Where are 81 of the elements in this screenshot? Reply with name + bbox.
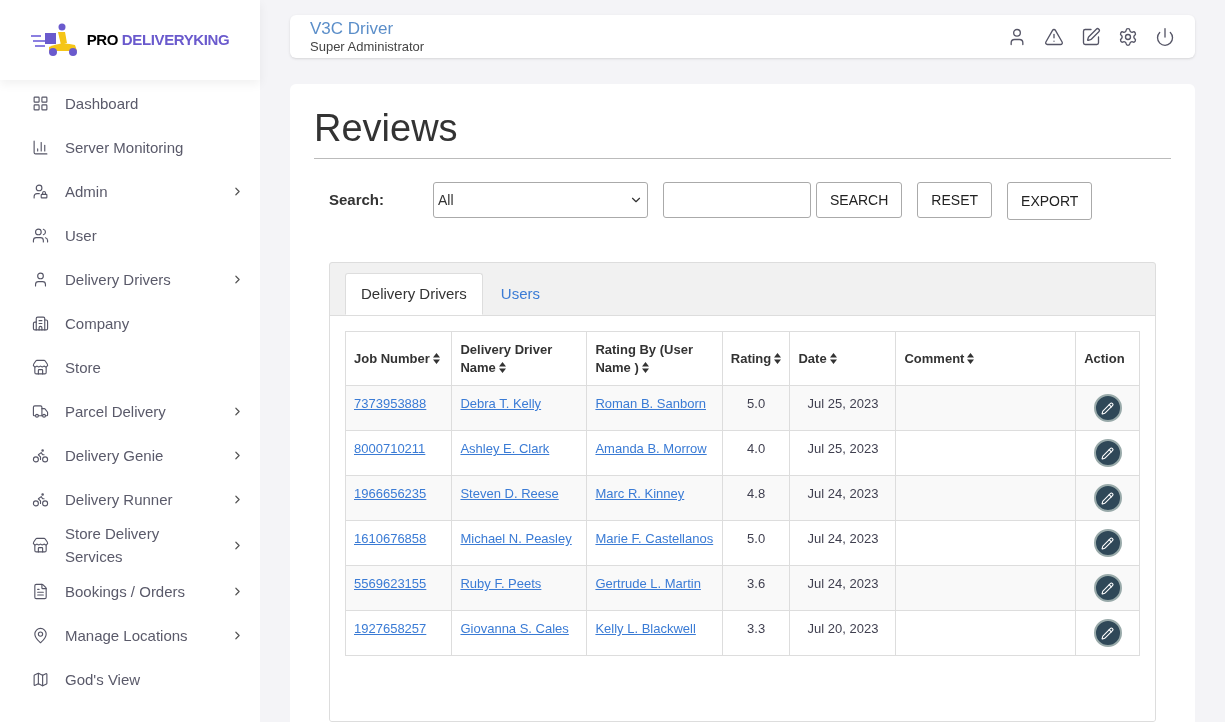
pencil-icon xyxy=(1101,491,1115,505)
date-value: Jul 24, 2023 xyxy=(807,486,879,501)
user-icon xyxy=(32,270,49,288)
pencil-icon xyxy=(1101,626,1115,640)
sidebar-item[interactable]: Delivery Genie xyxy=(0,433,260,477)
sidebar-item[interactable]: Manage Locations xyxy=(0,613,260,657)
tab[interactable]: Users xyxy=(482,273,558,315)
rating-value: 3.6 xyxy=(747,576,766,591)
sort-icon xyxy=(498,361,506,373)
edit-button[interactable] xyxy=(1093,619,1122,647)
sidebar-item[interactable]: Parcel Delivery xyxy=(0,389,260,433)
page-title: Reviews xyxy=(314,104,1171,159)
rating-value: 4.0 xyxy=(747,441,766,456)
date-value: Jul 20, 2023 xyxy=(807,621,879,636)
sidebar-item[interactable]: Delivery Runner xyxy=(0,477,260,521)
sidebar-item[interactable]: Store xyxy=(0,345,260,389)
date-value: Jul 24, 2023 xyxy=(807,576,879,591)
settings-icon[interactable] xyxy=(1118,26,1138,47)
sidebar-item[interactable]: Bookings / Orders xyxy=(0,569,260,613)
sort-icon xyxy=(774,352,782,364)
column-header[interactable]: Rating By (User Name ) xyxy=(586,331,723,386)
sidebar-item[interactable]: God's View xyxy=(0,657,260,701)
action-button[interactable]: SEARCH xyxy=(816,182,903,218)
store-icon xyxy=(32,358,49,376)
rating-value: 3.3 xyxy=(747,621,766,636)
search-label: Search: xyxy=(329,189,386,210)
warning-icon[interactable] xyxy=(1044,26,1064,47)
edit-button[interactable] xyxy=(1093,439,1122,467)
edit-button[interactable] xyxy=(1093,484,1122,512)
edit-button[interactable] xyxy=(1093,529,1122,557)
user-role: Super Administrator xyxy=(310,38,425,55)
bike-icon xyxy=(32,446,49,464)
user-name: V3C Driver xyxy=(310,18,395,39)
pencil-icon xyxy=(1101,446,1115,460)
sort-icon xyxy=(641,361,649,373)
tab[interactable]: Delivery Drivers xyxy=(345,273,483,315)
sidebar-item[interactable]: User xyxy=(0,213,260,257)
column-header[interactable]: Date xyxy=(789,331,896,386)
chart-icon xyxy=(32,138,49,156)
edit-button[interactable] xyxy=(1093,574,1122,602)
sort-icon xyxy=(432,352,440,364)
map-icon xyxy=(32,670,49,688)
sidebar-item[interactable]: Dashboard xyxy=(0,81,260,125)
sort-icon xyxy=(967,352,975,364)
grid-icon xyxy=(32,94,49,112)
logo-text: PRO DELIVERYKING xyxy=(86,29,230,50)
sort-icon xyxy=(829,352,837,364)
column-header[interactable]: Comment xyxy=(896,331,1076,386)
users-icon xyxy=(32,226,49,244)
building-icon xyxy=(32,314,49,332)
edit-icon[interactable] xyxy=(1081,26,1101,47)
date-value: Jul 25, 2023 xyxy=(807,396,879,411)
truck-icon xyxy=(32,402,49,420)
pencil-icon xyxy=(1101,536,1115,550)
date-value: Jul 25, 2023 xyxy=(807,441,879,456)
power-icon[interactable] xyxy=(1155,26,1175,47)
rating-value: 4.8 xyxy=(747,486,766,501)
sidebar-item[interactable]: Admin xyxy=(0,169,260,213)
sidebar-item[interactable]: Delivery Drivers xyxy=(0,257,260,301)
search-field[interactable] xyxy=(663,182,811,218)
column-header[interactable]: Job Number xyxy=(345,331,452,386)
rating-value: 5.0 xyxy=(747,396,766,411)
pencil-icon xyxy=(1101,581,1115,595)
store-icon xyxy=(32,536,49,554)
pin-icon xyxy=(32,626,49,644)
pencil-icon xyxy=(1101,401,1115,415)
sidebar-item[interactable]: Company xyxy=(0,301,260,345)
action-button[interactable]: EXPORT xyxy=(1007,182,1093,220)
sidebar-item[interactable]: Store Delivery Services xyxy=(0,521,260,569)
column-header: Action xyxy=(1075,331,1140,386)
document-icon xyxy=(32,582,49,600)
bike-icon xyxy=(32,490,49,508)
filter-select[interactable]: All xyxy=(433,182,648,218)
column-header[interactable]: Rating xyxy=(722,331,790,386)
user-lock-icon xyxy=(32,182,49,200)
action-button[interactable]: RESET xyxy=(917,182,993,218)
rating-value: 5.0 xyxy=(747,531,766,546)
edit-button[interactable] xyxy=(1093,394,1122,422)
column-header[interactable]: Delivery Driver Name xyxy=(451,331,587,386)
sidebar-item[interactable]: Server Monitoring xyxy=(0,125,260,169)
date-value: Jul 24, 2023 xyxy=(807,531,879,546)
